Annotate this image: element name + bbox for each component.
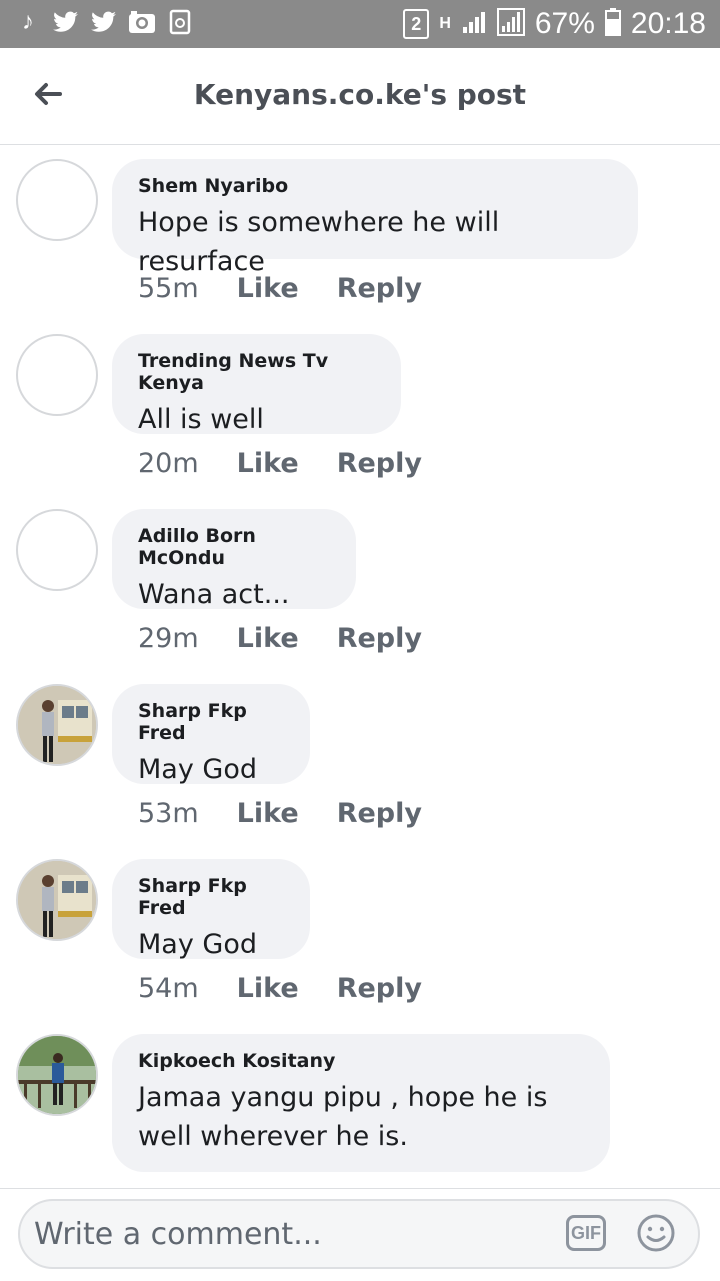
- page-header: Kenyans.co.ke's post: [0, 48, 720, 145]
- like-button[interactable]: Like: [237, 273, 299, 304]
- reply-button[interactable]: Reply: [337, 273, 422, 304]
- comment-input-placeholder: Write a comment...: [34, 1217, 322, 1252]
- comment-author[interactable]: Adillo Born McOndu: [138, 525, 330, 569]
- reply-button[interactable]: Reply: [337, 623, 422, 654]
- comment-actions: 29m Like Reply: [138, 623, 422, 654]
- avatar[interactable]: [16, 334, 98, 416]
- status-bar: ♪ 2 H 67% 20:18: [0, 0, 720, 48]
- comment-time[interactable]: 54m: [138, 973, 199, 1004]
- emoji-button[interactable]: [636, 1213, 676, 1253]
- twitter-icon: [52, 8, 80, 36]
- comment-time[interactable]: 55m: [138, 273, 199, 304]
- clock: 20:18: [630, 7, 706, 40]
- music-icon: ♪: [22, 8, 34, 35]
- comment-text: May God: [138, 754, 257, 785]
- signal-icon: [496, 7, 525, 41]
- avatar[interactable]: [16, 859, 98, 941]
- notification-icons: ♪: [14, 8, 194, 36]
- comment-author[interactable]: Sharp Fkp Fred: [138, 700, 284, 744]
- recycle-icon: [166, 8, 194, 36]
- comment-composer: Write a comment... GIF: [0, 1188, 720, 1281]
- comment-bubble[interactable]: Sharp Fkp Fred May God: [112, 684, 310, 785]
- comment-actions: 55m Like Reply: [138, 273, 422, 304]
- comment-text: May God: [138, 929, 257, 960]
- comment-text: Wana act...: [138, 579, 290, 610]
- avatar[interactable]: [16, 159, 98, 241]
- battery-percent: 67%: [534, 7, 595, 40]
- camera-icon: [128, 8, 156, 36]
- avatar[interactable]: [16, 684, 98, 766]
- comment-time[interactable]: 20m: [138, 448, 199, 479]
- comment-bubble[interactable]: Shem Nyaribo Hope is somewhere he will r…: [112, 159, 638, 277]
- comment-author[interactable]: Trending News Tv Kenya: [138, 350, 375, 394]
- profile-photo: [18, 861, 96, 939]
- battery-icon: [604, 7, 621, 41]
- like-button[interactable]: Like: [237, 448, 299, 479]
- comment-text: Jamaa yangu pipu , hope he is well where…: [138, 1082, 548, 1152]
- twitter-icon: [90, 8, 118, 36]
- comment-input[interactable]: Write a comment... GIF: [18, 1199, 700, 1269]
- comment-text: All is well: [138, 404, 264, 435]
- like-button[interactable]: Like: [237, 798, 299, 829]
- comment-text: Hope is somewhere he will resurface: [138, 207, 500, 277]
- comment-author[interactable]: Sharp Fkp Fred: [138, 875, 284, 919]
- like-button[interactable]: Like: [237, 623, 299, 654]
- avatar[interactable]: [16, 509, 98, 591]
- gif-button[interactable]: GIF: [566, 1215, 606, 1251]
- comment-time[interactable]: 53m: [138, 798, 199, 829]
- profile-photo: [18, 686, 96, 764]
- reply-button[interactable]: Reply: [337, 798, 422, 829]
- smiley-icon: [637, 1214, 675, 1252]
- like-button[interactable]: Like: [237, 973, 299, 1004]
- system-status: 2 H 67% 20:18: [403, 6, 706, 42]
- avatar[interactable]: [16, 1034, 98, 1116]
- signal-icon: [461, 9, 487, 40]
- comment-bubble[interactable]: Kipkoech Kositany Jamaa yangu pipu , hop…: [112, 1034, 610, 1172]
- sim-indicator: 2: [403, 9, 430, 39]
- reply-button[interactable]: Reply: [337, 448, 422, 479]
- comment-bubble[interactable]: Sharp Fkp Fred May God: [112, 859, 310, 960]
- comment-author[interactable]: Kipkoech Kositany: [138, 1050, 584, 1072]
- comment-time[interactable]: 29m: [138, 623, 199, 654]
- network-type: H: [439, 15, 451, 32]
- comment-actions: 54m Like Reply: [138, 973, 422, 1004]
- comment-bubble[interactable]: Adillo Born McOndu Wana act...: [112, 509, 356, 610]
- comment-actions: 53m Like Reply: [138, 798, 422, 829]
- page-title: Kenyans.co.ke's post: [193, 78, 527, 111]
- reply-button[interactable]: Reply: [337, 973, 422, 1004]
- profile-photo: [18, 1036, 96, 1114]
- comment-actions: 20m Like Reply: [138, 448, 422, 479]
- comment-bubble[interactable]: Trending News Tv Kenya All is well: [112, 334, 401, 435]
- comment-author[interactable]: Shem Nyaribo: [138, 175, 612, 197]
